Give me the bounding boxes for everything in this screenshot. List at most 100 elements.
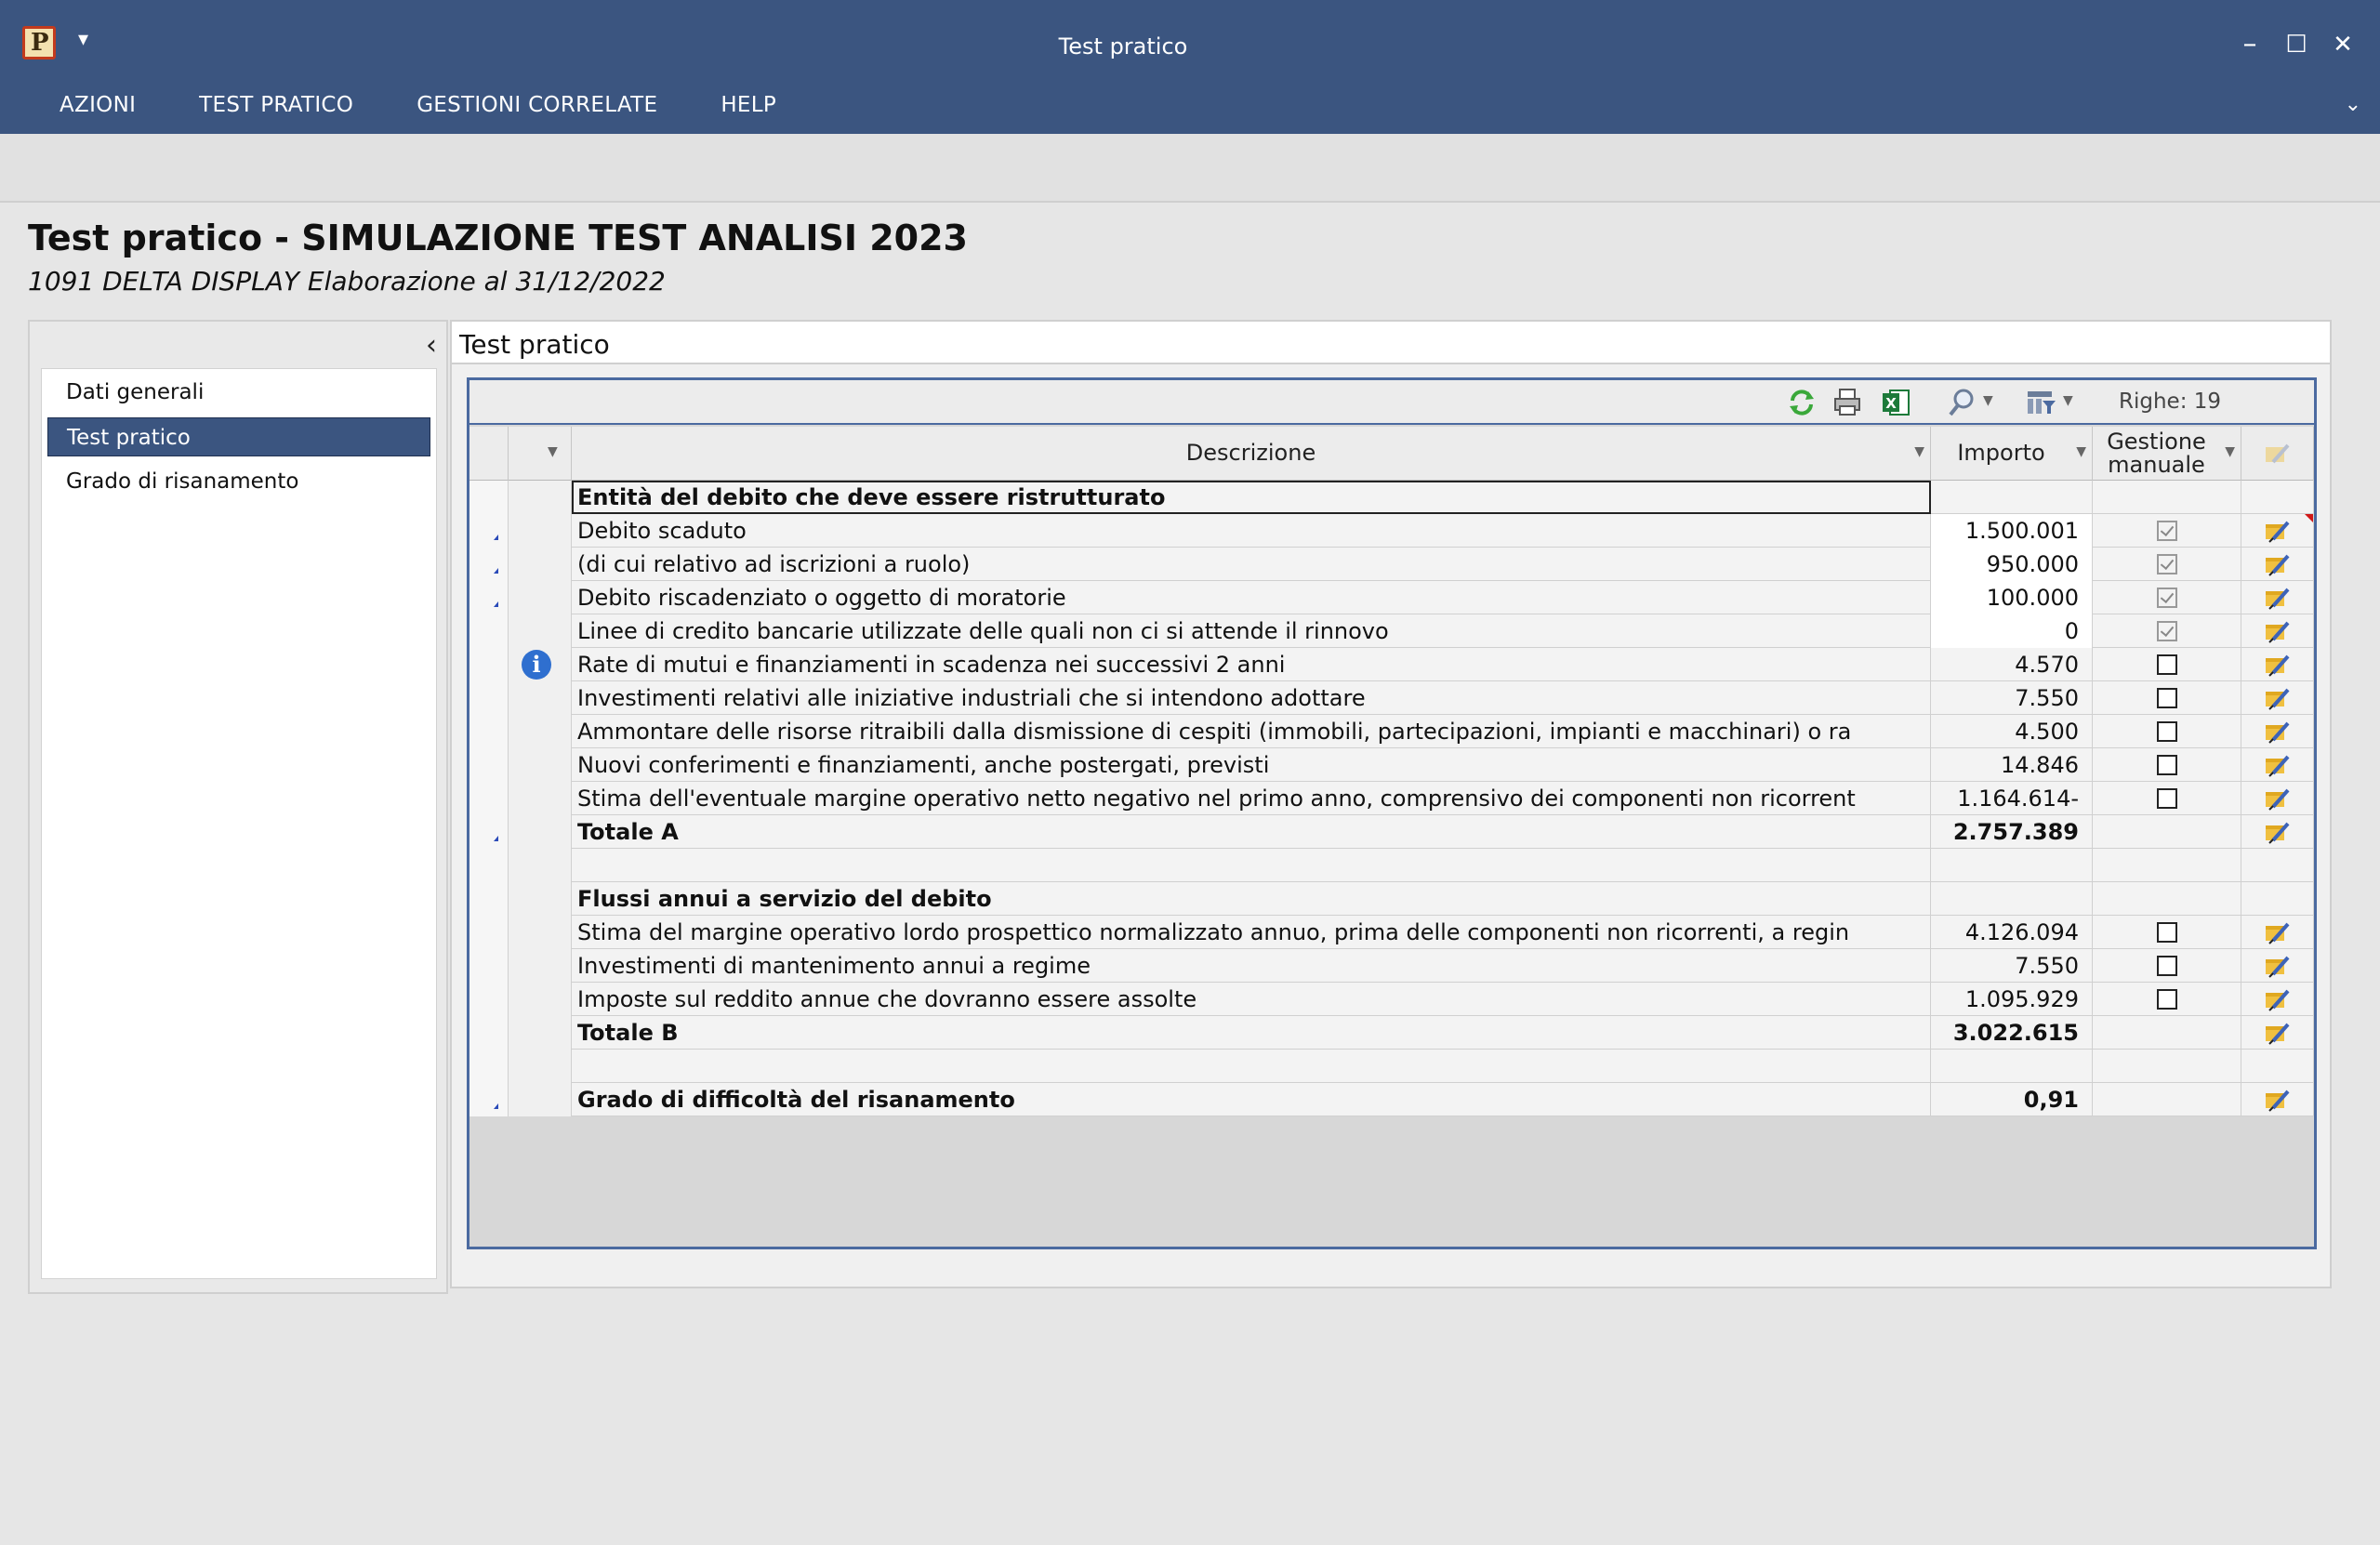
edit-note-icon[interactable] bbox=[2264, 519, 2292, 543]
row-indicator[interactable] bbox=[469, 1016, 509, 1050]
table-row[interactable]: Imposte sul reddito annue che dovranno e… bbox=[469, 983, 2314, 1016]
gestione-manuale-checkbox[interactable] bbox=[2156, 956, 2177, 976]
table-row[interactable]: Totale A 2.757.389 bbox=[469, 815, 2314, 849]
header-importo-filter-icon[interactable]: ▼ bbox=[2076, 445, 2086, 459]
header-icon-filter-icon[interactable]: ▼ bbox=[548, 445, 558, 459]
row-indicator[interactable] bbox=[469, 815, 509, 849]
table-row[interactable]: Investimenti di mantenimento annui a reg… bbox=[469, 949, 2314, 983]
table-row[interactable] bbox=[469, 1050, 2314, 1083]
menu-test-pratico[interactable]: TEST PRATICO bbox=[199, 93, 353, 117]
maximize-button[interactable]: ☐ bbox=[2278, 26, 2315, 63]
table-row[interactable]: Nuovi conferimenti e finanziamenti, anch… bbox=[469, 748, 2314, 782]
nav-item-grado-di-risanamento[interactable]: Grado di risanamento bbox=[47, 462, 430, 501]
header-gestione-filter-icon[interactable]: ▼ bbox=[2225, 445, 2235, 459]
gestione-manuale-checkbox[interactable] bbox=[2156, 755, 2177, 775]
edit-note-icon[interactable] bbox=[2264, 753, 2292, 777]
refresh-icon[interactable] bbox=[1786, 388, 1818, 417]
row-indicator[interactable] bbox=[469, 916, 509, 949]
row-indicator[interactable] bbox=[469, 715, 509, 748]
menu-help[interactable]: HELP bbox=[721, 93, 776, 117]
edit-note-icon[interactable] bbox=[2264, 586, 2292, 610]
row-icon-cell bbox=[509, 1083, 572, 1116]
row-indicator[interactable] bbox=[469, 548, 509, 581]
column-chooser-icon[interactable] bbox=[2026, 388, 2057, 417]
table-row[interactable]: Linee di credito bancarie utilizzate del… bbox=[469, 614, 2314, 648]
table-row[interactable]: Totale B 3.022.615 bbox=[469, 1016, 2314, 1050]
row-indicator[interactable] bbox=[469, 514, 509, 548]
row-indicator[interactable] bbox=[469, 1050, 509, 1083]
edit-note-icon[interactable] bbox=[2264, 1088, 2292, 1112]
table-row[interactable]: Ammontare delle risorse ritraibili dalla… bbox=[469, 715, 2314, 748]
header-icon-column[interactable]: ▼ bbox=[509, 427, 572, 481]
info-icon[interactable]: i bbox=[522, 650, 551, 680]
gestione-manuale-checkbox[interactable] bbox=[2156, 654, 2177, 675]
row-importo[interactable]: 100.000 bbox=[1931, 581, 2093, 614]
search-icon[interactable] bbox=[1948, 388, 1979, 417]
header-descrizione-filter-icon[interactable]: ▼ bbox=[1914, 445, 1924, 459]
collapse-panel-icon[interactable]: ‹ bbox=[426, 329, 437, 362]
row-importo[interactable]: 1.500.001 bbox=[1931, 514, 2093, 548]
edit-note-icon[interactable] bbox=[2264, 920, 2292, 944]
row-description: Stima del margine operativo lordo prospe… bbox=[572, 916, 1931, 949]
gestione-manuale-checkbox[interactable] bbox=[2156, 788, 2177, 809]
table-row[interactable]: Investimenti relativi alle iniziative in… bbox=[469, 681, 2314, 715]
gestione-manuale-checkbox[interactable] bbox=[2156, 588, 2177, 608]
column-chooser-caret-icon[interactable]: ▼ bbox=[2063, 393, 2073, 408]
table-row[interactable]: Stima dell'eventuale margine operativo n… bbox=[469, 782, 2314, 815]
row-indicator[interactable] bbox=[469, 581, 509, 614]
gestione-manuale-checkbox[interactable] bbox=[2156, 521, 2177, 541]
row-indicator[interactable] bbox=[469, 481, 509, 514]
gestione-manuale-checkbox[interactable] bbox=[2156, 922, 2177, 943]
row-importo[interactable]: 0 bbox=[1931, 614, 2093, 648]
row-indicator[interactable] bbox=[469, 849, 509, 882]
edit-note-icon[interactable] bbox=[2264, 619, 2292, 643]
row-indicator[interactable] bbox=[469, 1083, 509, 1116]
edit-note-icon[interactable] bbox=[2264, 820, 2292, 844]
table-row[interactable]: Entità del debito che deve essere ristru… bbox=[469, 481, 2314, 514]
table-row[interactable]: Debito riscadenziato o oggetto di morato… bbox=[469, 581, 2314, 614]
edit-note-icon[interactable] bbox=[2264, 686, 2292, 710]
table-row[interactable]: Grado di difficoltà del risanamento 0,91 bbox=[469, 1083, 2314, 1116]
table-row[interactable]: i Rate di mutui e finanziamenti in scaden… bbox=[469, 648, 2314, 681]
row-importo[interactable]: 950.000 bbox=[1931, 548, 2093, 581]
table-row[interactable]: (di cui relativo ad iscrizioni a ruolo) 9… bbox=[469, 548, 2314, 581]
table-row[interactable]: Stima del margine operativo lordo prospe… bbox=[469, 916, 2314, 949]
row-gestione-manuale bbox=[2093, 983, 2241, 1016]
edit-note-icon[interactable] bbox=[2264, 987, 2292, 1011]
row-indicator[interactable] bbox=[469, 782, 509, 815]
gestione-manuale-checkbox[interactable] bbox=[2156, 554, 2177, 574]
row-indicator[interactable] bbox=[469, 614, 509, 648]
edit-note-icon[interactable] bbox=[2264, 786, 2292, 811]
menu-gestioni-correlate[interactable]: GESTIONI CORRELATE bbox=[416, 93, 657, 117]
row-indicator[interactable] bbox=[469, 681, 509, 715]
print-preview-icon[interactable] bbox=[1832, 388, 1864, 417]
table-row[interactable] bbox=[469, 849, 2314, 882]
edit-note-icon[interactable] bbox=[2264, 653, 2292, 677]
row-indicator[interactable] bbox=[469, 983, 509, 1016]
gestione-manuale-checkbox[interactable] bbox=[2156, 688, 2177, 708]
header-descrizione[interactable]: Descrizione ▼ bbox=[572, 427, 1931, 481]
row-indicator[interactable] bbox=[469, 949, 509, 983]
header-importo[interactable]: Importo ▼ bbox=[1931, 427, 2093, 481]
gestione-manuale-checkbox[interactable] bbox=[2156, 989, 2177, 1010]
gestione-manuale-checkbox[interactable] bbox=[2156, 721, 2177, 742]
header-gestione-manuale[interactable]: Gestione manuale ▼ bbox=[2093, 427, 2241, 481]
minimize-button[interactable]: – bbox=[2231, 26, 2268, 63]
edit-note-icon[interactable] bbox=[2264, 954, 2292, 978]
nav-item-test-pratico[interactable]: Test pratico bbox=[47, 417, 430, 456]
nav-item-dati-generali[interactable]: Dati generali bbox=[47, 373, 430, 412]
table-row[interactable]: Flussi annui a servizio del debito bbox=[469, 882, 2314, 916]
table-row[interactable]: Debito scaduto 1.500.001 bbox=[469, 514, 2314, 548]
edit-note-icon[interactable] bbox=[2264, 552, 2292, 576]
menu-azioni[interactable]: AZIONI bbox=[60, 93, 136, 117]
row-indicator[interactable] bbox=[469, 748, 509, 782]
excel-export-icon[interactable]: X bbox=[1881, 388, 1912, 417]
edit-note-icon[interactable] bbox=[2264, 720, 2292, 744]
close-button[interactable]: ✕ bbox=[2324, 26, 2361, 63]
edit-note-icon[interactable] bbox=[2264, 1021, 2292, 1045]
row-indicator[interactable] bbox=[469, 882, 509, 916]
search-dropdown-caret-icon[interactable]: ▼ bbox=[1983, 393, 1993, 408]
ribbon-expand-icon[interactable]: ⌄ bbox=[2345, 93, 2361, 116]
row-indicator[interactable] bbox=[469, 648, 509, 681]
gestione-manuale-checkbox[interactable] bbox=[2156, 621, 2177, 641]
